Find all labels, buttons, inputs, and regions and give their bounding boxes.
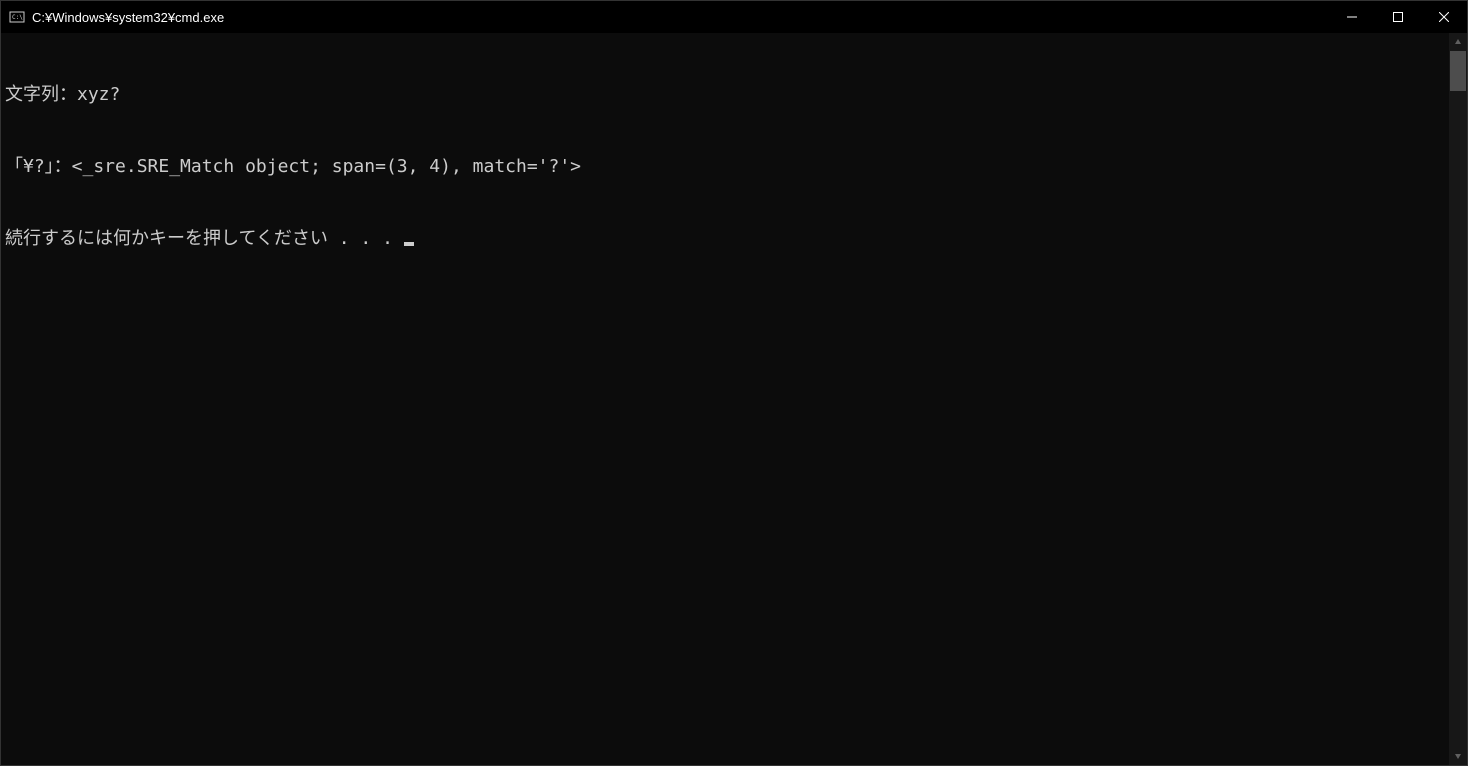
scroll-down-arrow[interactable] <box>1449 747 1467 765</box>
terminal-output[interactable]: 文字列：xyz? 「¥?」：<_sre.SRE_Match object; sp… <box>1 33 1449 765</box>
maximize-button[interactable] <box>1375 1 1421 33</box>
titlebar[interactable]: C:\ C:¥Windows¥system32¥cmd.exe <box>1 1 1467 33</box>
terminal-line: 文字列：xyz? <box>5 83 1445 107</box>
cursor <box>404 242 414 246</box>
window-title: C:¥Windows¥system32¥cmd.exe <box>32 10 1329 25</box>
scroll-track[interactable] <box>1449 51 1467 747</box>
svg-text:C:\: C:\ <box>12 14 23 21</box>
terminal-line: 「¥?」：<_sre.SRE_Match object; span=(3, 4)… <box>5 155 1445 179</box>
scroll-up-arrow[interactable] <box>1449 33 1467 51</box>
cmd-icon: C:\ <box>9 9 25 25</box>
window-controls <box>1329 1 1467 33</box>
vertical-scrollbar[interactable] <box>1449 33 1467 765</box>
terminal-line: 続行するには何かキーを押してください . . . <box>5 227 1445 251</box>
cmd-window: C:\ C:¥Windows¥system32¥cmd.exe 文字列：xyz?… <box>0 0 1468 766</box>
scroll-thumb[interactable] <box>1450 51 1466 91</box>
terminal-text: 続行するには何かキーを押してください . . . <box>5 228 404 249</box>
content-area: 文字列：xyz? 「¥?」：<_sre.SRE_Match object; sp… <box>1 33 1467 765</box>
minimize-button[interactable] <box>1329 1 1375 33</box>
close-button[interactable] <box>1421 1 1467 33</box>
